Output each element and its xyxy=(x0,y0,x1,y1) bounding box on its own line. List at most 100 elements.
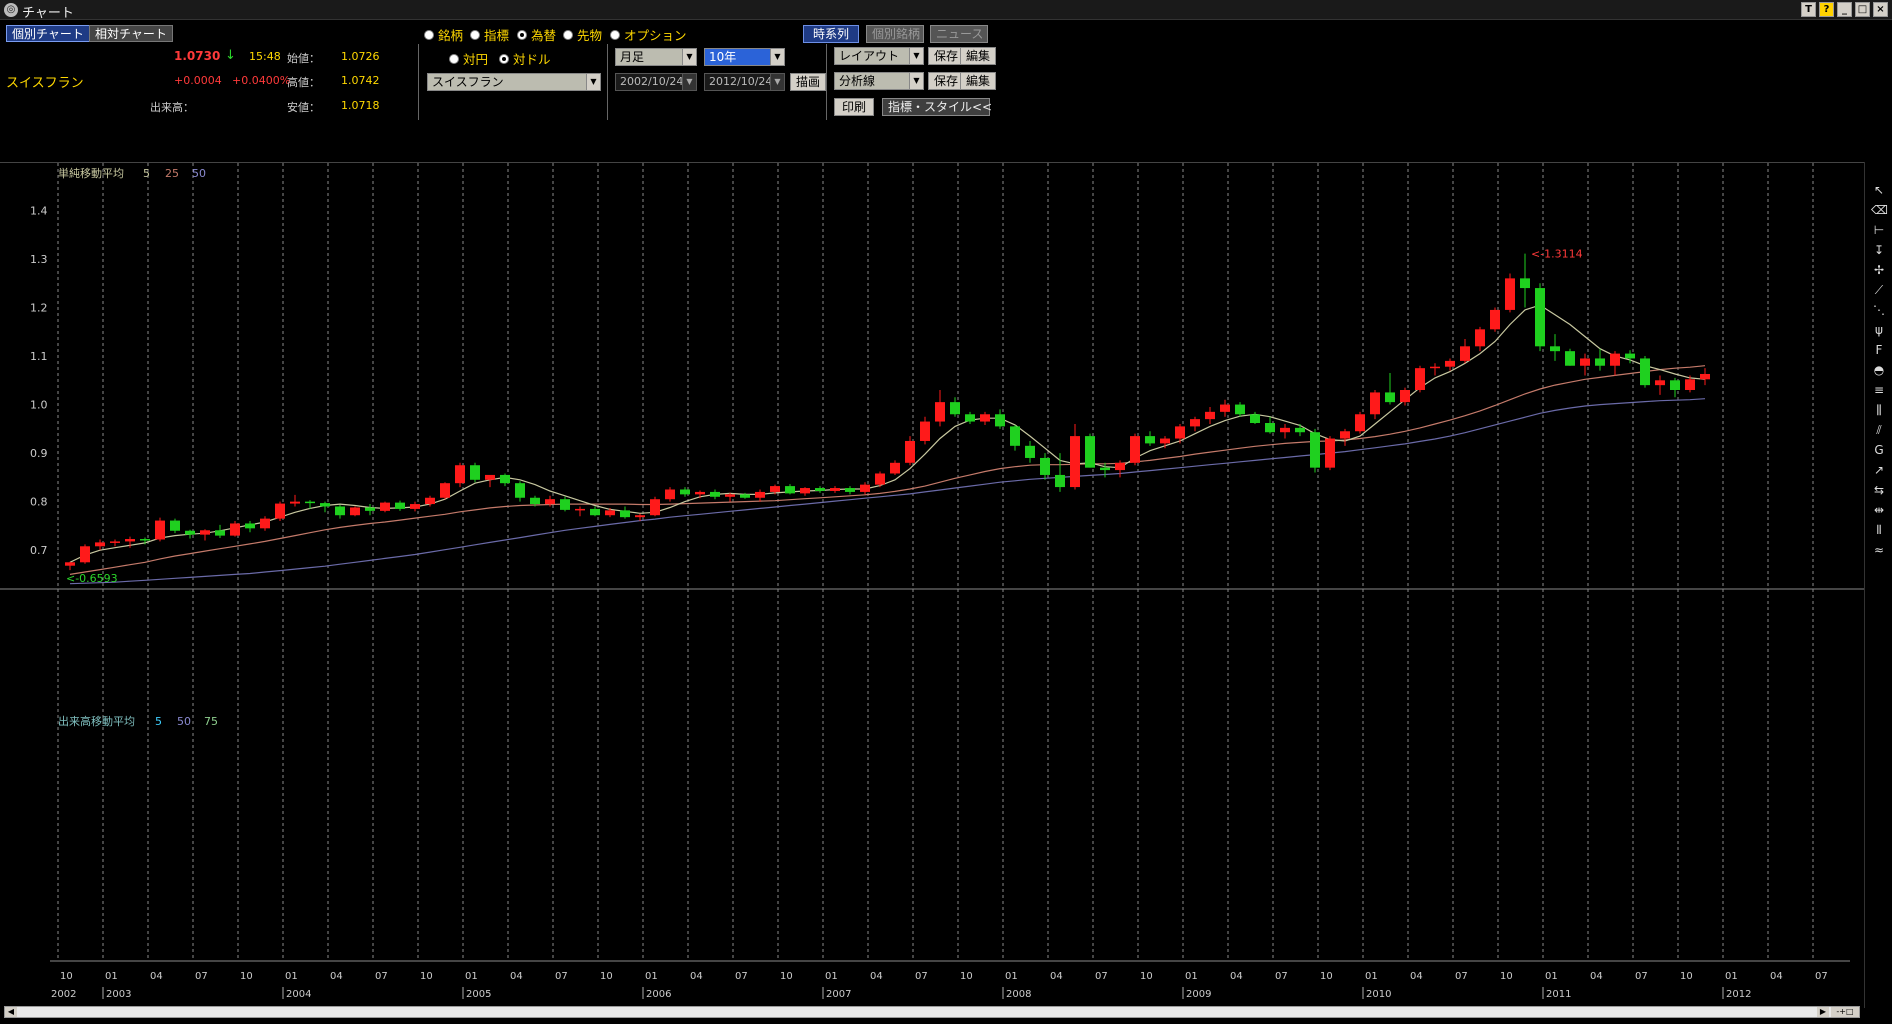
cycle-icon[interactable]: ⇹ xyxy=(1871,502,1887,518)
analysis-select[interactable]: 分析線 ▼ xyxy=(834,72,924,90)
ma50-line xyxy=(69,398,1706,585)
candle-body xyxy=(590,508,600,516)
gann-icon[interactable]: G xyxy=(1871,442,1887,458)
zoom-controls-icon[interactable]: -+□ xyxy=(1831,1007,1859,1017)
eraser-icon[interactable]: ⌫ xyxy=(1871,202,1888,218)
candle-body xyxy=(1130,436,1140,463)
month-tick-label: 01 xyxy=(645,971,658,982)
candle-body xyxy=(305,501,315,504)
y-tick-label: 1.0 xyxy=(30,399,48,412)
period-icon[interactable]: ⇆ xyxy=(1871,482,1887,498)
fibonacci-time-icon[interactable]: ⫼ xyxy=(1871,402,1887,418)
candle-body xyxy=(1535,288,1545,347)
candle-body xyxy=(965,414,975,422)
news-button[interactable]: ニュース xyxy=(930,25,988,43)
radio-index[interactable]: 指標 xyxy=(470,25,509,44)
candle-body xyxy=(1070,436,1080,488)
close-button[interactable]: × xyxy=(1873,2,1888,17)
radio-label: 為替 xyxy=(531,28,557,43)
candle-body xyxy=(140,539,150,541)
candle-body xyxy=(785,486,795,494)
layout-save-button[interactable]: 保存 xyxy=(928,47,965,65)
radio-forex[interactable]: 為替 xyxy=(517,25,556,44)
candle-body xyxy=(1565,351,1575,366)
chevron-down-icon: ▼ xyxy=(586,74,600,90)
year-tick-label: 2008 xyxy=(1006,989,1031,1000)
candle-body xyxy=(440,483,450,498)
candle-body xyxy=(830,488,840,491)
app-icon: ◎ xyxy=(4,3,18,17)
tab-relative-chart[interactable]: 相対チャート xyxy=(89,25,173,42)
trend-line-icon[interactable]: ⟋ xyxy=(1871,282,1887,298)
channel-icon[interactable]: ⫽ xyxy=(1871,422,1887,438)
volume-indicator-label: 出来高移動平均 xyxy=(58,714,135,728)
radio-vs-yen[interactable]: 対円 xyxy=(449,49,488,68)
price-chart[interactable]: 0.7 0.8 0.9 1.0 1.1 1.2 1.3 1.4 10 01 04 07 10 01 04 0… xyxy=(0,163,1864,1009)
print-button[interactable]: 印刷 xyxy=(834,98,874,116)
pitchfork-icon[interactable]: ψ xyxy=(1871,322,1887,338)
candle-body xyxy=(1385,392,1395,403)
cursor-icon[interactable]: ↖ xyxy=(1871,182,1887,198)
fibonacci-retracement-icon[interactable]: ≡ xyxy=(1871,382,1887,398)
quote-time: 15:48 xyxy=(249,50,281,63)
maximize-button[interactable]: □ xyxy=(1855,2,1870,17)
candle-body xyxy=(1205,411,1215,420)
analysis-edit-button[interactable]: 編集 xyxy=(960,72,997,90)
currency-select[interactable]: スイスフラン ▼ xyxy=(427,73,601,91)
timeseries-button[interactable]: 時系列 xyxy=(803,25,859,43)
chevron-down-icon: ▼ xyxy=(770,74,784,90)
analysis-save-button[interactable]: 保存 xyxy=(928,72,965,90)
scroll-left-icon[interactable]: ◀ xyxy=(5,1007,17,1017)
date-to-select[interactable]: 2012/10/24 ▼ xyxy=(704,73,785,91)
candle-body xyxy=(245,523,255,529)
month-tick-label: 07 xyxy=(915,971,928,982)
radio-options[interactable]: オプション xyxy=(610,25,687,44)
candle-body xyxy=(380,502,390,511)
y-tick-label: 1.2 xyxy=(30,301,48,314)
candle-body xyxy=(1265,423,1275,433)
gann-fan-icon[interactable]: ≈ xyxy=(1871,542,1887,558)
divider xyxy=(607,44,608,120)
candle-body xyxy=(1490,309,1500,330)
candle-body xyxy=(665,489,675,500)
fibonacci-arc-icon[interactable]: ◓ xyxy=(1871,362,1887,378)
radio-stock[interactable]: 銘柄 xyxy=(424,25,463,44)
moving-averages xyxy=(69,304,1706,585)
vertical-line-icon[interactable]: ↧ xyxy=(1871,242,1887,258)
individual-stock-button[interactable]: 個別銘柄 xyxy=(866,25,924,43)
analysis-value: 分析線 xyxy=(839,74,876,88)
minimize-button[interactable]: _ xyxy=(1837,2,1852,17)
scroll-right-icon[interactable]: ▶ xyxy=(1817,1007,1829,1017)
range-select[interactable]: 10年 ▼ xyxy=(704,48,785,66)
horizontal-line-icon[interactable]: ⊢ xyxy=(1871,222,1887,238)
date-from-value: 2002/10/24 xyxy=(620,75,684,88)
candle-body xyxy=(935,402,945,422)
draw-button[interactable]: 描画 xyxy=(790,73,827,91)
radio-futures[interactable]: 先物 xyxy=(563,25,602,44)
font-button[interactable]: T xyxy=(1801,2,1816,17)
layout-edit-button[interactable]: 編集 xyxy=(960,47,997,65)
chevron-down-icon: ▼ xyxy=(682,49,696,65)
regression-icon[interactable]: ↗ xyxy=(1871,462,1887,478)
month-tick-label: 07 xyxy=(1815,971,1828,982)
candle-body xyxy=(455,465,465,484)
cross-line-icon[interactable]: ✢ xyxy=(1871,262,1887,278)
fan-icon[interactable]: ⋱ xyxy=(1871,302,1887,318)
chart-area[interactable]: 0.7 0.8 0.9 1.0 1.1 1.2 1.3 1.4 10 01 04 07 10 01 04 0… xyxy=(0,162,1864,1008)
help-button[interactable]: ? xyxy=(1819,2,1834,17)
date-from-select[interactable]: 2002/10/24 ▼ xyxy=(615,73,697,91)
layout-select[interactable]: レイアウト ▼ xyxy=(834,47,924,65)
radio-vs-dollar[interactable]: 対ドル xyxy=(499,49,551,68)
horizontal-scrollbar[interactable]: ◀ ▶ -+□ xyxy=(4,1006,1860,1018)
wave-icon[interactable]: ⫴ xyxy=(1871,522,1887,538)
indicator-style-button[interactable]: 指標・スタイル<< xyxy=(882,98,992,116)
tab-individual-chart[interactable]: 個別チャート xyxy=(6,25,90,42)
candle-body xyxy=(470,465,480,480)
candle-body xyxy=(1145,436,1155,444)
interval-select[interactable]: 月足 ▼ xyxy=(615,48,697,66)
y-tick-label: 0.9 xyxy=(30,447,48,460)
fibonacci-fan-icon[interactable]: F xyxy=(1871,342,1887,358)
candle-body xyxy=(725,494,735,497)
candle-body xyxy=(620,510,630,518)
candle-body xyxy=(1670,380,1680,390)
